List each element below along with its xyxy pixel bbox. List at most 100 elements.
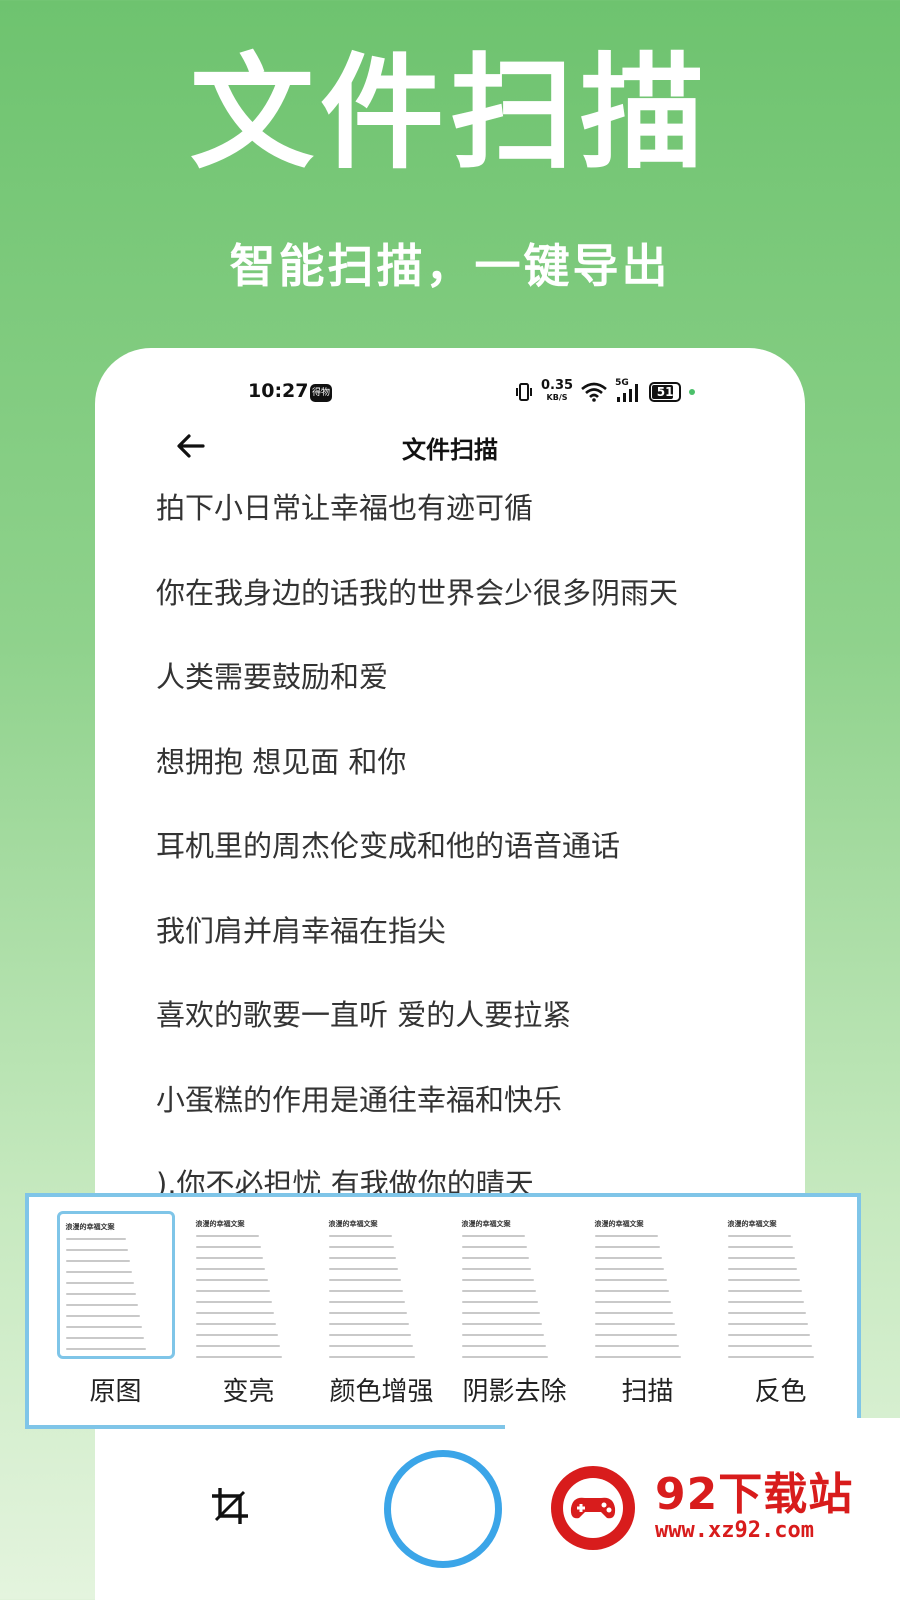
thumbnail-line [195,1246,262,1248]
network-speed: 0.35 KB/S [541,378,574,402]
thumbnail-line [195,1323,277,1325]
thumbnail-line [65,1348,146,1350]
thumbnail-line [461,1356,549,1358]
thumbnail-line [594,1290,669,1292]
filter-label: 颜色增强 [329,1377,434,1407]
thumbnail-line [328,1257,397,1259]
thumbnail-line [65,1238,126,1240]
thumbnail-line [461,1246,528,1248]
thumbnail-line [65,1315,140,1317]
filter-label: 扫描 [621,1377,674,1407]
crop-icon[interactable] [210,1486,250,1526]
thumbnail-line [65,1271,132,1273]
text-line: 想拥抱 想见面 和你 [156,744,407,779]
status-right: 0.35 KB/S 5G 51 [515,378,696,404]
filter-panel: 浪漫的幸福文案 原图 浪漫的幸福文案 变亮 浪漫的幸福文案 颜色增强 浪漫的幸福文案 阴影去除… [25,1193,861,1429]
thumbnail-line [328,1290,403,1292]
signal-icon [617,384,639,402]
thumbnail-line [65,1337,144,1339]
thumbnail-line [65,1304,138,1306]
text-line: 拍下小日常让幸福也有迹可循 [156,491,534,525]
thumbnail-line [195,1301,272,1303]
shutter-button[interactable] [384,1450,502,1568]
filter-label: 阴影去除 [462,1377,567,1407]
thumbnail-line [594,1323,676,1325]
thumbnail-line [328,1356,416,1358]
status-time: 10:27 [248,380,309,402]
page-title: 文件扫描 [402,436,498,464]
thumbnail-line [195,1290,270,1292]
filter-option[interactable]: 浪漫的幸福文案颜色增强 [315,1211,448,1408]
thumbnail-line [461,1235,526,1237]
thumbnail-line [594,1268,665,1270]
thumbnail-line [727,1323,809,1325]
thumbnail-title: 浪漫的幸福文案 [594,1220,644,1228]
watermark: 92下载站 www.xz92.com [505,1418,900,1600]
thumbnail-line [727,1235,792,1237]
thumbnail-line [727,1356,815,1358]
thumbnail-line [727,1246,794,1248]
filter-label: 反色 [754,1377,807,1407]
filter-option[interactable]: 浪漫的幸福文案变亮 [182,1211,315,1408]
thumbnail-line [594,1246,661,1248]
thumbnail-line [195,1356,283,1358]
watermark-name: 92下载站 [655,1469,854,1520]
document-text: 拍下小日常让幸福也有迹可循 你在我身边的话我的世界会少很多阴雨天 人类需要鼓励和… [156,488,776,1249]
thumbnail-line [328,1323,410,1325]
filter-thumbnail: 浪漫的幸福文案 [721,1211,840,1359]
thumbnail-line [65,1249,128,1251]
thumbnail-line [727,1301,804,1303]
filter-thumbnail: 浪漫的幸福文案 [189,1211,308,1359]
filter-option[interactable]: 浪漫的幸福文案阴影去除 [448,1211,581,1408]
signal-group: 5G [615,378,641,403]
text-line: 人类需要鼓励和爱 [156,660,389,694]
watermark-url: www.xz92.com [655,1518,814,1543]
text-line: 喜欢的歌要一直听 爱的人要拉紧 [156,998,572,1032]
thumbnail-line [328,1268,399,1270]
thumbnail-line [727,1279,800,1281]
thumbnail-title: 浪漫的幸福文案 [328,1220,378,1228]
thumbnail-title: 浪漫的幸福文案 [461,1220,511,1228]
thumbnail-line [594,1257,663,1259]
filter-thumbnail: 浪漫的幸福文案 [322,1211,441,1359]
thumbnail-title: 浪漫的幸福文案 [65,1223,115,1231]
thumbnail-line [195,1334,279,1336]
thumbnail-line [328,1279,401,1281]
thumbnail-line [65,1260,130,1262]
thumbnail-line [195,1345,281,1347]
thumbnail-line [594,1279,667,1281]
thumbnail-line [195,1268,266,1270]
thumbnail-line [461,1268,532,1270]
thumbnail-title: 浪漫的幸福文案 [727,1220,777,1228]
thumbnail-line [195,1279,268,1281]
thumbnail-line [195,1312,274,1314]
thumbnail-line [461,1345,547,1347]
app-badge: 得物 [310,384,332,402]
nav-bar: 文件扫描 [95,418,805,474]
thumbnail-title: 浪漫的幸福文案 [195,1220,245,1228]
thumbnail-line [65,1282,134,1284]
thumbnail-line [594,1356,682,1358]
text-line: 你在我身边的话我的世界会少很多阴雨天 [156,575,679,610]
filter-option[interactable]: 浪漫的幸福文案扫描 [581,1211,714,1408]
gamepad-logo-icon [551,1466,635,1550]
thumbnail-line [65,1293,136,1295]
thumbnail-line [727,1268,798,1270]
thumbnail-line [461,1301,538,1303]
thumbnail-line [594,1345,680,1347]
filter-thumbnail: 浪漫的幸福文案 [588,1211,707,1359]
filter-label: 变亮 [222,1377,275,1407]
filter-thumbnail: 浪漫的幸福文案 [455,1211,574,1359]
thumbnail-line [594,1312,673,1314]
filter-option[interactable]: 浪漫的幸福文案反色 [714,1211,847,1408]
filter-option[interactable]: 浪漫的幸福文案 原图 [49,1211,182,1408]
thumbnail-line [727,1345,813,1347]
battery-icon: 51 [649,382,682,402]
filter-thumbnail: 浪漫的幸福文案 [56,1211,175,1359]
status-dot [689,389,696,395]
thumbnail-line [328,1301,405,1303]
thumbnail-line [328,1334,412,1336]
thumbnail-line [461,1334,545,1336]
thumbnail-line [461,1257,530,1259]
text-line: 我们肩并肩幸福在指尖 [156,913,447,948]
